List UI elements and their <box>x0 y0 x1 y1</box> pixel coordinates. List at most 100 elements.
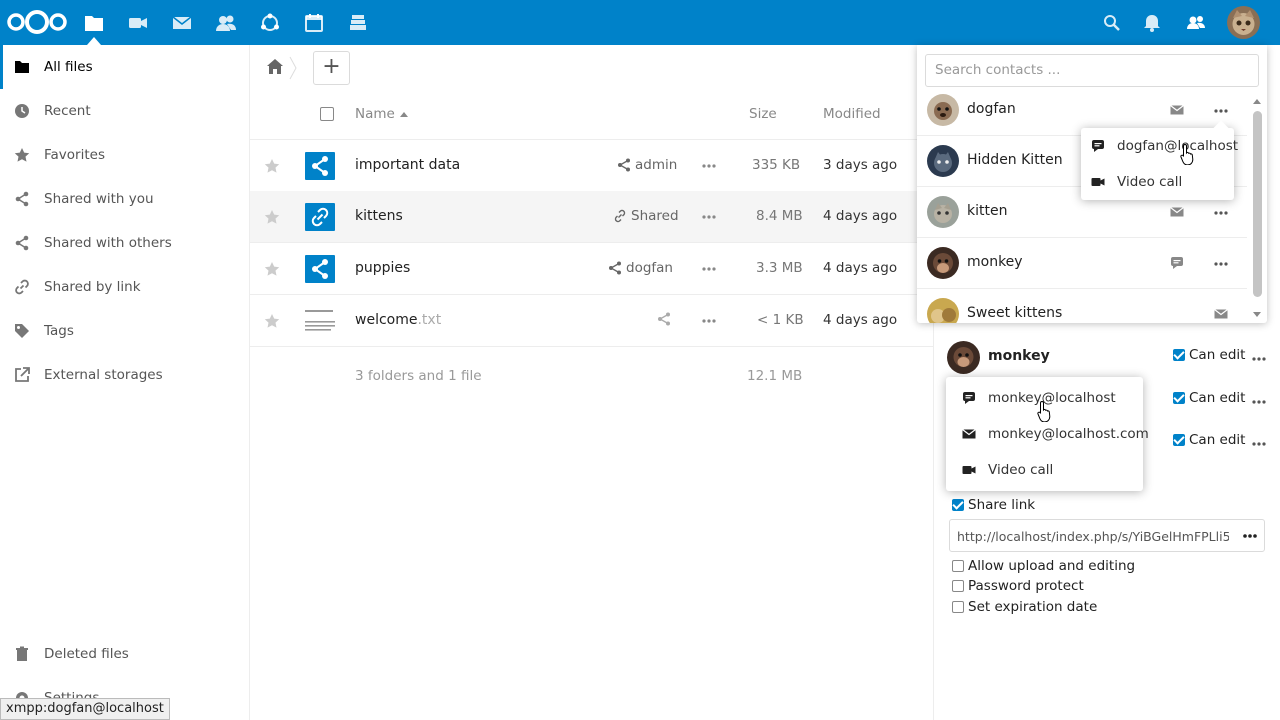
more-actions-icon[interactable] <box>1213 205 1229 221</box>
popover-item-label: monkey@localhost.com <box>988 426 1149 442</box>
sidebar-item-label: Shared with others <box>44 235 172 251</box>
table-row[interactable]: welcome.txt < 1 KB 4 days ago <box>250 295 933 347</box>
link-icon <box>614 209 626 223</box>
can-edit-toggle[interactable]: Can edit <box>1173 347 1245 363</box>
mail-app-icon[interactable] <box>171 12 193 34</box>
contact-name: monkey <box>967 254 1023 270</box>
sidebar-item-label: Tags <box>44 323 74 339</box>
more-actions-icon[interactable] <box>1242 528 1258 544</box>
file-name[interactable]: puppies <box>355 260 410 276</box>
deck-app-icon[interactable] <box>347 12 369 34</box>
favorite-star-icon[interactable] <box>264 209 280 225</box>
popover-item-video-call[interactable]: Video call <box>1081 164 1234 200</box>
file-name[interactable]: welcome.txt <box>355 312 441 328</box>
share-indicator[interactable]: dogfan <box>608 260 673 276</box>
allow-upload-checkbox[interactable]: Allow upload and editing <box>952 558 1135 574</box>
files-app-icon[interactable] <box>83 12 105 34</box>
contacts-search-input[interactable]: Search contacts ... <box>925 54 1259 87</box>
top-header <box>0 0 1280 45</box>
chat-icon[interactable] <box>1170 256 1184 270</box>
contacts-menu-icon[interactable] <box>1185 12 1207 34</box>
sidebar-item-label: All files <box>44 59 93 75</box>
mail-icon[interactable] <box>1170 205 1184 219</box>
sidebar-item-deleted-files[interactable]: Deleted files <box>0 632 249 676</box>
sidebar-item-external-storages[interactable]: External storages <box>0 353 249 397</box>
popover-item-label: Video call <box>988 462 1054 478</box>
file-modified: 4 days ago <box>823 312 898 328</box>
star-icon <box>14 147 30 163</box>
sort-ascending-icon <box>400 112 408 117</box>
share-indicator[interactable]: Shared <box>613 208 679 224</box>
more-actions-icon[interactable] <box>701 158 717 174</box>
scroll-down-icon[interactable] <box>1253 312 1261 317</box>
sidebar-item-favorites[interactable]: Favorites <box>0 133 249 177</box>
circles-app-icon[interactable] <box>259 12 281 34</box>
calendar-app-icon[interactable] <box>303 12 325 34</box>
can-edit-toggle[interactable]: Can edit <box>1173 390 1245 406</box>
checkbox-checked[interactable] <box>1173 434 1185 446</box>
more-actions-icon[interactable] <box>701 209 717 225</box>
file-name[interactable]: important data <box>355 157 460 173</box>
favorite-star-icon[interactable] <box>264 313 280 329</box>
nextcloud-logo[interactable] <box>6 10 68 34</box>
share-link-checkbox[interactable]: Share link <box>952 497 1035 513</box>
user-avatar[interactable] <box>1227 6 1260 39</box>
column-header-size[interactable]: Size <box>749 106 777 122</box>
more-actions-icon[interactable] <box>1251 394 1267 410</box>
contact-item-sweet-kittens[interactable]: Sweet kittens <box>917 289 1247 323</box>
file-size: 3.3 MB <box>756 260 803 276</box>
contacts-app-icon[interactable] <box>215 12 237 34</box>
scroll-up-icon[interactable] <box>1253 99 1261 104</box>
file-name[interactable]: kittens <box>355 208 403 224</box>
share-icon <box>609 261 621 275</box>
share-link-url[interactable]: http://localhost/index.php/s/YiBGelHmFPL… <box>957 529 1229 544</box>
more-actions-icon[interactable] <box>701 261 717 277</box>
shared-folder-icon <box>305 254 335 284</box>
can-edit-toggle[interactable]: Can edit <box>1173 432 1245 448</box>
expiration-date-checkbox[interactable]: Set expiration date <box>952 599 1097 615</box>
checkbox-unchecked[interactable] <box>952 601 964 613</box>
mail-icon[interactable] <box>1214 307 1228 321</box>
contacts-scrollbar[interactable] <box>1250 97 1264 321</box>
checkbox-checked[interactable] <box>952 499 964 511</box>
scroll-thumb[interactable] <box>1253 111 1262 297</box>
sidebar-item-shared-by-link[interactable]: Shared by link <box>0 265 249 309</box>
checkbox-unchecked[interactable] <box>952 580 964 592</box>
table-row[interactable]: puppies dogfan 3.3 MB 4 days ago <box>250 243 933 295</box>
sidebar-item-shared-with-others[interactable]: Shared with others <box>0 221 249 265</box>
home-breadcrumb[interactable] <box>264 56 286 78</box>
search-icon[interactable] <box>1101 12 1123 34</box>
sidebar-item-recent[interactable]: Recent <box>0 89 249 133</box>
table-row[interactable]: kittens Shared 8.4 MB 4 days ago <box>250 191 933 243</box>
more-actions-icon[interactable] <box>1213 103 1229 119</box>
share-recipient-name: monkey <box>988 348 1050 364</box>
column-header-name[interactable]: Name <box>355 106 395 122</box>
sidebar-item-shared-with-you[interactable]: Shared with you <box>0 177 249 221</box>
checkbox-checked[interactable] <box>1173 349 1185 361</box>
password-protect-checkbox[interactable]: Password protect <box>952 578 1084 594</box>
column-header-modified[interactable]: Modified <box>823 106 881 122</box>
checkbox-checked[interactable] <box>1173 392 1185 404</box>
favorite-star-icon[interactable] <box>264 261 280 277</box>
more-actions-icon[interactable] <box>1251 436 1267 452</box>
popover-item-video-call[interactable]: Video call <box>946 452 1143 488</box>
checkbox-unchecked[interactable] <box>952 560 964 572</box>
talk-app-icon[interactable] <box>127 12 149 34</box>
new-file-button[interactable]: + <box>313 51 350 85</box>
contact-item-monkey[interactable]: monkey <box>917 238 1247 289</box>
mail-icon[interactable] <box>1170 103 1184 117</box>
more-actions-icon[interactable] <box>1251 351 1267 367</box>
more-actions-icon[interactable] <box>701 313 717 329</box>
popover-item-xmpp[interactable]: dogfan@localhost <box>1081 128 1238 164</box>
sidebar-item-all-files[interactable]: All files <box>0 45 249 89</box>
favorite-star-icon[interactable] <box>264 158 280 174</box>
share-indicator[interactable]: admin <box>617 157 677 173</box>
notifications-icon[interactable] <box>1141 12 1163 34</box>
more-actions-icon[interactable] <box>1213 256 1229 272</box>
share-button[interactable] <box>657 312 671 326</box>
share-link-field[interactable]: http://localhost/index.php/s/YiBGelHmFPL… <box>949 519 1265 552</box>
select-all-checkbox[interactable] <box>320 107 334 121</box>
shared-folder-icon <box>305 151 335 181</box>
sidebar-item-tags[interactable]: Tags <box>0 309 249 353</box>
table-row[interactable]: important data admin 335 KB 3 days ago <box>250 140 933 192</box>
